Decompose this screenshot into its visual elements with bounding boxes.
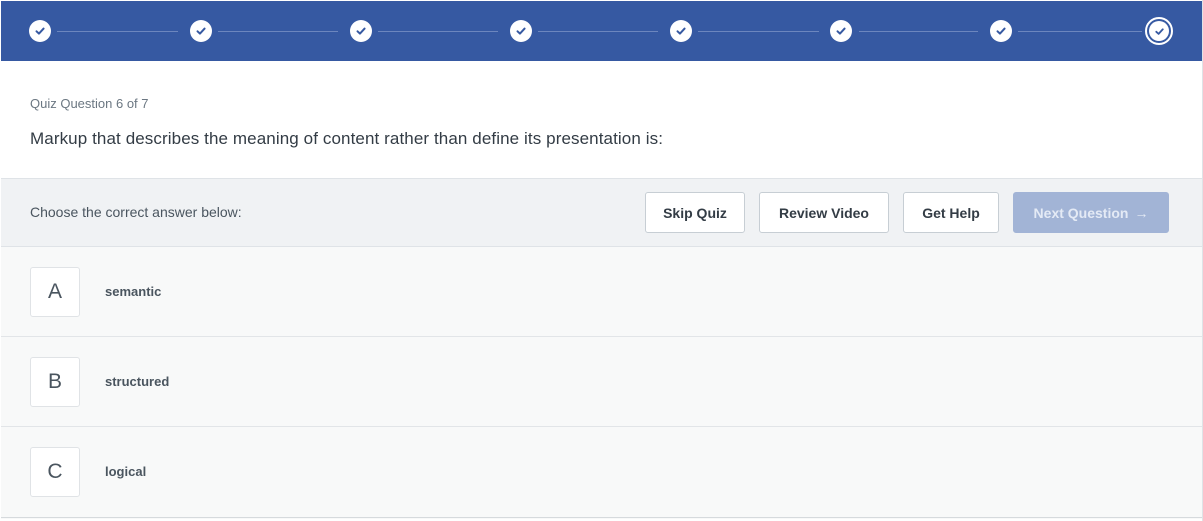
answer-option-b[interactable]: B structured [1, 337, 1202, 427]
check-icon [836, 27, 846, 35]
question-counter: Quiz Question 6 of 7 [30, 96, 149, 111]
next-question-label: Next Question [1033, 204, 1129, 221]
progress-connector [859, 31, 978, 32]
check-icon [996, 27, 1006, 35]
review-video-button[interactable]: Review Video [759, 192, 889, 233]
progress-step-3 [350, 20, 372, 42]
skip-quiz-button[interactable]: Skip Quiz [645, 192, 745, 233]
question-text: Markup that describes the meaning of con… [30, 129, 664, 148]
progress-step-4 [510, 20, 532, 42]
skip-quiz-label: Skip Quiz [663, 204, 727, 221]
check-icon [196, 27, 206, 35]
progress-step-current-inner [1149, 21, 1169, 41]
answer-letter: B [30, 357, 80, 407]
answer-letter: A [30, 267, 80, 317]
arrow-right-icon: → [1134, 204, 1149, 221]
progress-connector [57, 31, 178, 32]
answer-option-a[interactable]: A semantic [1, 247, 1202, 337]
answer-instruction: Choose the correct answer below: [30, 204, 242, 220]
check-icon [35, 27, 45, 35]
progress-step-7 [990, 20, 1012, 42]
progress-connector [1018, 31, 1142, 32]
answer-text: structured [105, 374, 170, 389]
progress-step-2 [190, 20, 212, 42]
get-help-button[interactable]: Get Help [903, 192, 999, 233]
progress-step-6 [830, 20, 852, 42]
review-video-label: Review Video [778, 204, 869, 221]
progress-step-current [1145, 17, 1173, 45]
get-help-label: Get Help [922, 204, 980, 221]
answer-text: semantic [105, 284, 162, 299]
progress-connector [378, 31, 498, 32]
check-icon [516, 27, 526, 35]
check-icon [1154, 27, 1164, 35]
check-icon [356, 27, 366, 35]
answer-list: A semantic B structured C logical [1, 247, 1202, 519]
answer-option-c[interactable]: C logical [1, 427, 1202, 518]
answer-toolbar: Choose the correct answer below: Skip Qu… [1, 178, 1202, 247]
next-question-button[interactable]: Next Question → [1013, 192, 1169, 233]
check-icon [676, 27, 686, 35]
progress-connector [218, 31, 338, 32]
answer-text: logical [105, 464, 147, 479]
progress-connector [538, 31, 658, 32]
progress-step-1 [29, 20, 51, 42]
answer-letter: C [30, 447, 80, 497]
progress-connector [698, 31, 819, 32]
progress-step-5 [670, 20, 692, 42]
question-area: Quiz Question 6 of 7 Markup that describ… [1, 61, 1202, 178]
quiz-progress-bar [1, 1, 1202, 61]
